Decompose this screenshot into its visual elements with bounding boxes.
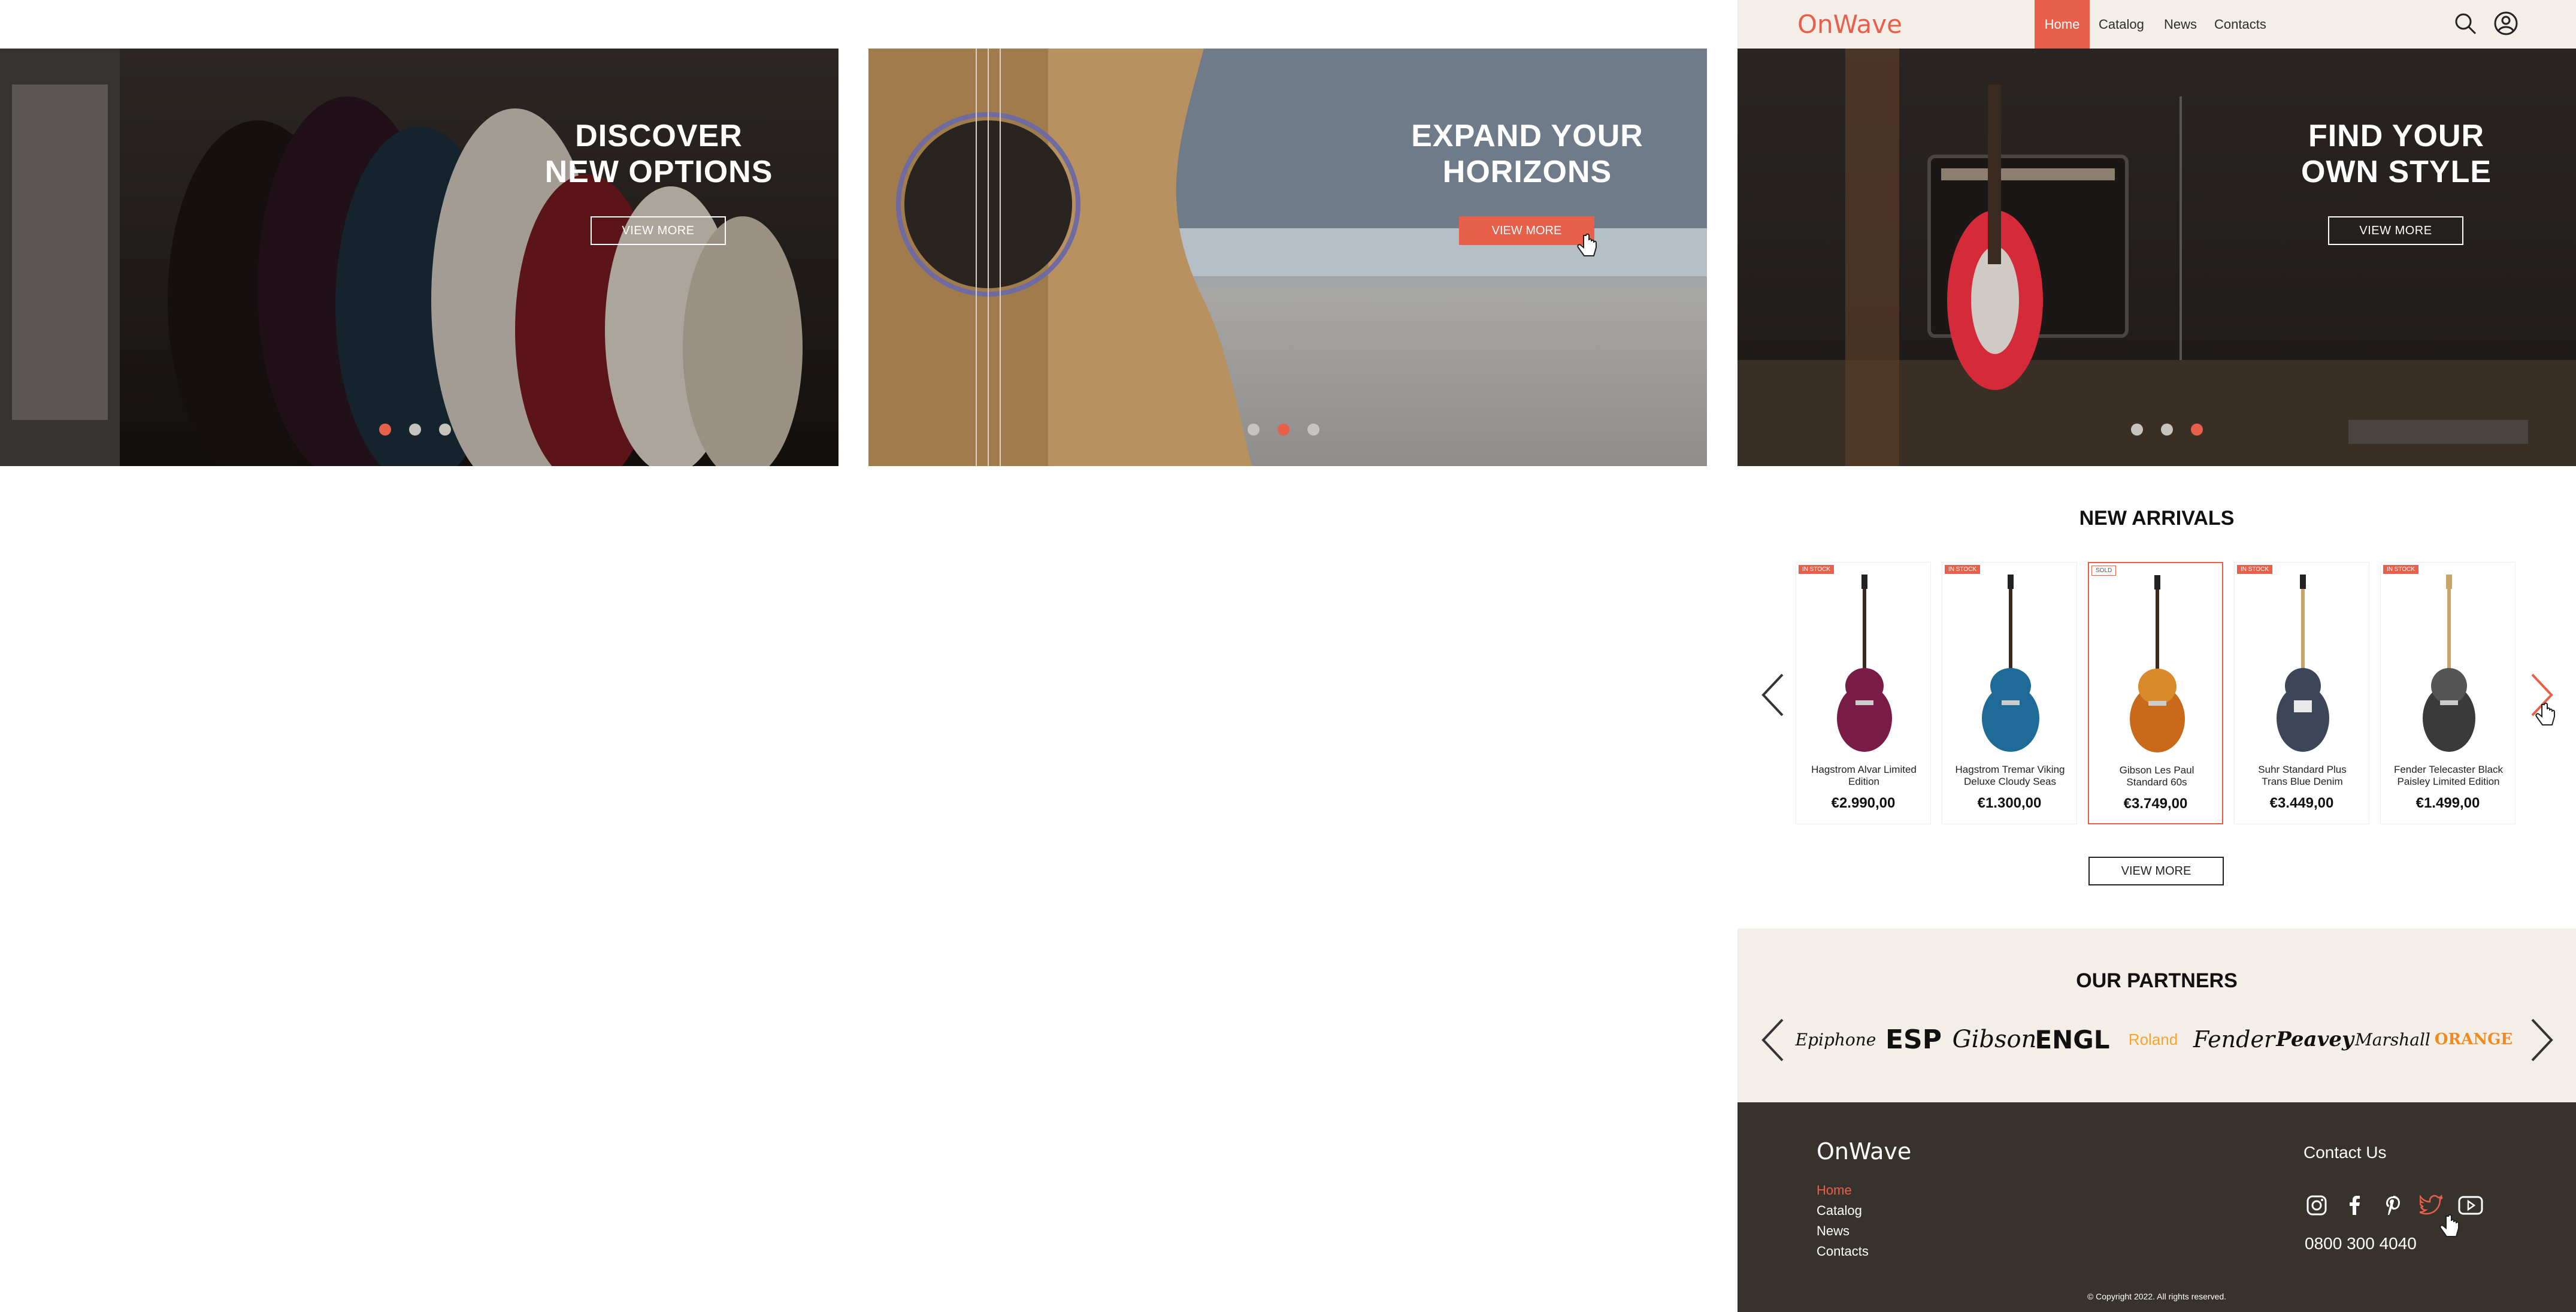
arrivals-prev-arrow-icon[interactable] — [1760, 672, 1786, 718]
partner-logo-roland[interactable]: Roland — [2120, 1018, 2186, 1060]
slide-dot-1[interactable] — [2131, 424, 2143, 436]
hero-electric-image — [1737, 49, 2576, 466]
slide-dot-2[interactable] — [409, 424, 421, 436]
product-card[interactable]: IN STOCK Hagstrom Alvar Limited Edition €… — [1796, 562, 1931, 824]
slide-dot-3[interactable] — [1307, 424, 1319, 436]
hero-title: EXPAND YOUR HORIZONS — [1411, 119, 1643, 189]
partners-heading: OUR PARTNERS — [2076, 969, 2238, 992]
partner-logo-esp[interactable]: ESP — [1881, 1018, 1947, 1060]
partners-prev-arrow-icon[interactable] — [1760, 1017, 1786, 1063]
slide-dot-1[interactable] — [379, 424, 391, 436]
hero-title: DISCOVER NEW OPTIONS — [544, 119, 773, 189]
partner-logo-epiphone[interactable]: Epiphone — [1796, 1018, 1876, 1060]
view-more-button[interactable]: VIEW MORE — [2328, 216, 2463, 245]
partners-next-arrow-icon[interactable] — [2529, 1017, 2555, 1063]
instagram-icon[interactable] — [2306, 1195, 2327, 1216]
guitar-image — [2130, 575, 2185, 752]
product-name: Fender Telecaster Black Paisley Limited E… — [2393, 764, 2504, 787]
footer-logo[interactable]: OnWave — [1817, 1138, 1911, 1165]
partner-logo-gibson[interactable]: Gibson — [1953, 1018, 2037, 1060]
hand-cursor-icon — [1577, 233, 1597, 256]
footer-link-news[interactable]: News — [1817, 1223, 1849, 1239]
copyright-text: © Copyright 2022. All rights reserved. — [2087, 1292, 2227, 1301]
partner-logo-fender[interactable]: Fender — [2193, 1018, 2275, 1060]
guitar-image — [2423, 575, 2475, 752]
hand-cursor-icon — [2535, 702, 2555, 725]
partner-logo-engl[interactable]: ENGL — [2035, 1018, 2109, 1060]
product-price: €3.749,00 — [2123, 796, 2188, 812]
product-name: Suhr Standard Plus Trans Blue Denim — [2258, 764, 2347, 787]
hand-cursor-icon — [2439, 1214, 2459, 1237]
contact-us-heading: Contact Us — [2303, 1143, 2387, 1162]
arrivals-view-more-button[interactable]: VIEW MORE — [2088, 857, 2224, 885]
view-more-button[interactable]: VIEW MORE — [1459, 216, 1594, 245]
hero-slide-style: FIND YOUR OWN STYLE VIEW MORE — [1737, 49, 2576, 466]
product-name: Hagstrom Tremar Viking Deluxe Cloudy Seas — [1955, 764, 2065, 787]
product-price: €1.300,00 — [1977, 795, 2042, 811]
youtube-icon[interactable] — [2458, 1195, 2483, 1216]
product-name: Hagstrom Alvar Limited Edition — [1811, 764, 1917, 787]
slide-dot-2[interactable] — [1278, 424, 1289, 436]
product-card[interactable]: IN STOCK Hagstrom Tremar Viking Deluxe Cl… — [1942, 562, 2077, 824]
footer-link-catalog[interactable]: Catalog — [1817, 1203, 1862, 1219]
stock-badge: IN STOCK — [2383, 565, 2419, 574]
slide-dot-3[interactable] — [2191, 424, 2203, 436]
guitar-image — [2277, 575, 2329, 752]
slide-dot-3[interactable] — [439, 424, 451, 436]
hero-guitars-image — [0, 49, 839, 466]
nav-news[interactable]: News — [2164, 0, 2197, 49]
product-card[interactable]: SOLD Gibson Les Paul Standard 60s €3.749,… — [2088, 562, 2223, 824]
product-name: Gibson Les Paul Standard 60s — [2119, 764, 2194, 788]
nav-catalog[interactable]: Catalog — [2099, 0, 2144, 49]
nav-contacts[interactable]: Contacts — [2214, 0, 2266, 49]
product-card[interactable]: IN STOCK Suhr Standard Plus Trans Blue De… — [2234, 562, 2369, 824]
hero-slide-expand: EXPAND YOUR HORIZONS VIEW MORE — [868, 49, 1707, 466]
stock-badge: SOLD — [2091, 566, 2117, 576]
product-price: €1.499,00 — [2415, 795, 2480, 811]
top-navbar: OnWave Home Catalog News Contacts — [1737, 0, 2576, 49]
slide-dot-1[interactable] — [1248, 424, 1260, 436]
phone-number[interactable]: 0800 300 4040 — [2305, 1234, 2417, 1253]
partner-logo-peavey[interactable]: Peavey — [2276, 1018, 2353, 1060]
stock-badge: IN STOCK — [1799, 565, 1835, 574]
new-arrivals-heading: NEW ARRIVALS — [2079, 507, 2235, 530]
twitter-icon[interactable] — [2420, 1195, 2444, 1216]
guitar-image — [1837, 575, 1892, 752]
footer-link-contacts[interactable]: Contacts — [1817, 1244, 1869, 1259]
footer-link-home[interactable]: Home — [1817, 1183, 1852, 1198]
partners-section — [1737, 929, 2576, 1102]
product-price: €3.449,00 — [2269, 795, 2334, 811]
site-logo[interactable]: OnWave — [1797, 10, 1902, 39]
view-more-button[interactable]: VIEW MORE — [591, 216, 726, 245]
footer — [1737, 1102, 2576, 1312]
hero-title: FIND YOUR OWN STYLE — [2300, 119, 2492, 189]
partner-logo-orange[interactable]: ORANGE — [2435, 1018, 2513, 1060]
stock-badge: IN STOCK — [2237, 565, 2273, 574]
pinterest-icon[interactable] — [2383, 1195, 2404, 1216]
search-icon[interactable] — [2454, 12, 2478, 36]
user-account-icon[interactable] — [2493, 11, 2519, 36]
hero-slide-discover: DISCOVER NEW OPTIONS VIEW MORE — [0, 49, 839, 466]
product-price: €2.990,00 — [1831, 795, 1896, 811]
facebook-icon[interactable] — [2344, 1195, 2366, 1216]
slide-dot-2[interactable] — [2161, 424, 2173, 436]
product-card[interactable]: IN STOCK Fender Telecaster Black Paisley … — [2380, 562, 2516, 824]
guitar-image — [1982, 575, 2039, 752]
stock-badge: IN STOCK — [1945, 565, 1981, 574]
nav-home[interactable]: Home — [2035, 0, 2090, 49]
partner-logo-marshall[interactable]: Marshall — [2355, 1018, 2430, 1060]
